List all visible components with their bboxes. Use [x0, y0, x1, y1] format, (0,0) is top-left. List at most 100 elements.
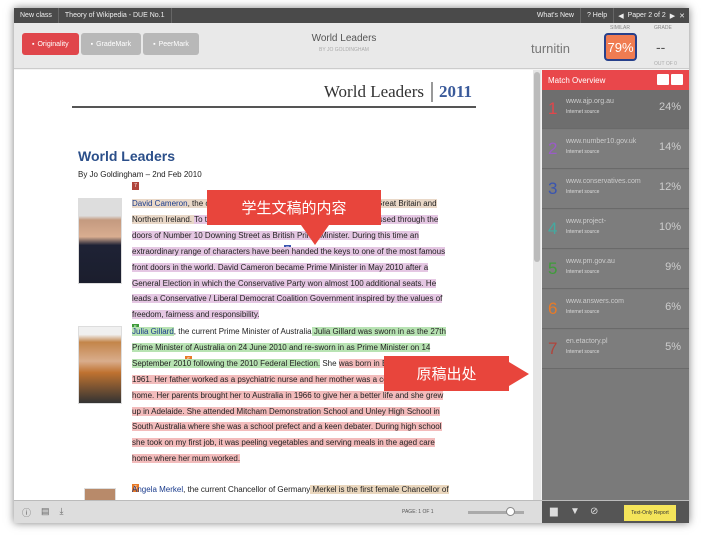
match-type: Internet source	[566, 109, 600, 115]
text-segment[interactable]: David Cameron	[132, 199, 188, 208]
text-only-report-button[interactable]: Text-Only Report	[624, 505, 676, 521]
match-number: 5	[548, 259, 558, 278]
match-item[interactable]: 6 www.answers.com Internet source 6%	[542, 290, 689, 329]
match-number: 7	[548, 339, 558, 358]
grade-value[interactable]: --	[656, 39, 665, 55]
help-link[interactable]: ? Help	[581, 8, 615, 23]
document-title: World Leaders	[311, 33, 377, 44]
callout-student-content: 学生文稿的内容	[207, 190, 381, 225]
banner-title: World Leaders	[323, 82, 424, 101]
panel-tools: ▆ ▼ ⊘ Text-Only Report	[542, 501, 689, 523]
match-type: Internet source	[566, 189, 600, 195]
grademark-icon: ▪	[90, 40, 94, 48]
tab-grademark[interactable]: ▪ GradeMark	[80, 33, 142, 55]
match-source[interactable]: www.pm.gov.au	[566, 258, 615, 265]
document-author: BY JO GOLDINGHAM	[319, 47, 369, 53]
paper-indicator: Paper 2 of 2	[627, 12, 666, 19]
match-number: 1	[548, 99, 558, 118]
photo-david-cameron	[78, 198, 122, 284]
grade-sub: OUT OF 0	[654, 61, 677, 67]
match-type: Internet source	[566, 309, 600, 315]
header: ▪ Originality ▪ GradeMark ▪ PeerMark World …	[14, 23, 689, 69]
callout-arrow-right	[509, 362, 529, 386]
match-source[interactable]: www.project-	[566, 218, 606, 225]
match-source[interactable]: en.etactory.pl	[566, 338, 608, 345]
match-source[interactable]: www.answers.com	[566, 298, 624, 305]
zoom-slider[interactable]	[468, 511, 524, 514]
document-byline: By Jo Goldingham – 2nd Feb 2010	[78, 170, 202, 179]
match-number: 2	[548, 139, 558, 158]
match-overview-header: Match Overview	[542, 70, 689, 90]
document-title-block: World Leaders BY JO GOLDINGHAM	[284, 33, 404, 53]
match-item[interactable]: 3 www.conservatives.com Internet source 12%	[542, 170, 689, 209]
mode-tabs: ▪ Originality ▪ GradeMark ▪ PeerMark	[22, 33, 199, 55]
callout-source: 原稿出处	[384, 356, 509, 391]
photo-julia-gillard	[78, 326, 122, 404]
chart-view-icon[interactable]	[671, 74, 683, 85]
match-percent: 12%	[658, 181, 681, 193]
app-window: New class Theory of Wikipedia - DUE No.1…	[14, 8, 689, 523]
close-icon[interactable]: ✕	[679, 12, 685, 20]
tab-peermark[interactable]: ▪ PeerMark	[143, 33, 199, 55]
text-segment: She	[320, 358, 339, 368]
match-item[interactable]: 1 www.ajp.org.au Internet source 24%	[542, 90, 689, 129]
originality-icon: ▪	[32, 40, 35, 48]
callout-arrow-down	[301, 225, 329, 245]
prev-icon[interactable]: ◀	[618, 12, 623, 20]
peermark-icon: ▪	[153, 40, 156, 48]
document-banner: World Leaders 2011	[72, 76, 476, 108]
match-percent: 24%	[658, 101, 681, 113]
list-view-icon[interactable]	[657, 74, 669, 85]
turnitin-logo: turnitin	[531, 41, 571, 56]
similarity-label: SIMILAR	[610, 25, 631, 31]
text-segment[interactable]: Julia Gillard	[132, 327, 174, 336]
bottom-toolbar: ⓘ ▤ ⤓ PAGE: 1 OF 1 ▆ ▼ ⊘ Text-Only Repor…	[14, 500, 689, 523]
exclude-icon[interactable]: ⊘	[590, 506, 598, 517]
match-type: Internet source	[566, 349, 600, 355]
match-item[interactable]: 5 www.pm.gov.au Internet source 9%	[542, 250, 689, 289]
assignment-link[interactable]: Theory of Wikipedia - DUE No.1	[59, 8, 172, 23]
match-type: Internet source	[566, 149, 600, 155]
banner-year: 2011	[430, 82, 472, 102]
document-viewer: World Leaders 2011 World Leaders By Jo G…	[14, 70, 541, 500]
text-segment: , the current Chancellor of Germany	[183, 485, 311, 494]
match-overview-panel: Match Overview 1 www.ajp.org.au Internet s…	[542, 70, 689, 500]
photo-angela-merkel	[84, 488, 116, 500]
match-number: 4	[548, 219, 558, 238]
info-icon[interactable]: ⓘ	[22, 506, 31, 519]
match-percent: 9%	[665, 261, 681, 273]
text-segment[interactable]: Angela Merkel	[132, 485, 183, 494]
match-marker[interactable]: 7	[132, 182, 139, 190]
top-bar: New class Theory of Wikipedia - DUE No.1…	[14, 8, 689, 23]
match-number: 6	[548, 299, 558, 318]
paragraph-merkel: Angela Merkel, the current Chancellor of…	[132, 482, 454, 500]
filter-icon[interactable]: ▼	[570, 506, 580, 517]
download-icon[interactable]: ⤓	[60, 506, 64, 519]
match-percent: 10%	[658, 221, 681, 233]
class-link[interactable]: New class	[14, 8, 59, 23]
match-source[interactable]: www.conservatives.com	[566, 178, 641, 185]
tab-originality[interactable]: ▪ Originality	[22, 33, 79, 55]
bar-chart-icon[interactable]: ▆	[550, 506, 558, 517]
whats-new-link[interactable]: What's New	[531, 8, 581, 23]
next-icon[interactable]: ▶	[670, 12, 675, 20]
match-number: 3	[548, 179, 558, 198]
similarity-score[interactable]: 79%	[604, 33, 637, 61]
match-overview-title: Match Overview	[548, 75, 606, 85]
scrollbar-thumb[interactable]	[534, 72, 540, 262]
zoom-slider-handle[interactable]	[506, 507, 515, 516]
grade-label: GRADE	[654, 25, 672, 31]
match-type: Internet source	[566, 269, 600, 275]
page-indicator: PAGE: 1 OF 1	[402, 509, 434, 515]
match-source[interactable]: www.ajp.org.au	[566, 98, 614, 105]
match-type: Internet source	[566, 229, 600, 235]
match-item[interactable]: 7 en.etactory.pl Internet source 5%	[542, 330, 689, 369]
match-source[interactable]: www.number10.gov.uk	[566, 138, 636, 145]
print-icon[interactable]: ▤	[41, 506, 50, 519]
match-item[interactable]: 4 www.project- Internet source 10%	[542, 210, 689, 249]
match-percent: 6%	[665, 301, 681, 313]
paragraph-gillard: Julia Gillard, the current Prime Ministe…	[132, 324, 454, 467]
match-item[interactable]: 2 www.number10.gov.uk Internet source 14%	[542, 130, 689, 169]
text-segment: , the current Prime Minister of Australi…	[173, 327, 312, 336]
document-heading: World Leaders	[78, 148, 175, 164]
